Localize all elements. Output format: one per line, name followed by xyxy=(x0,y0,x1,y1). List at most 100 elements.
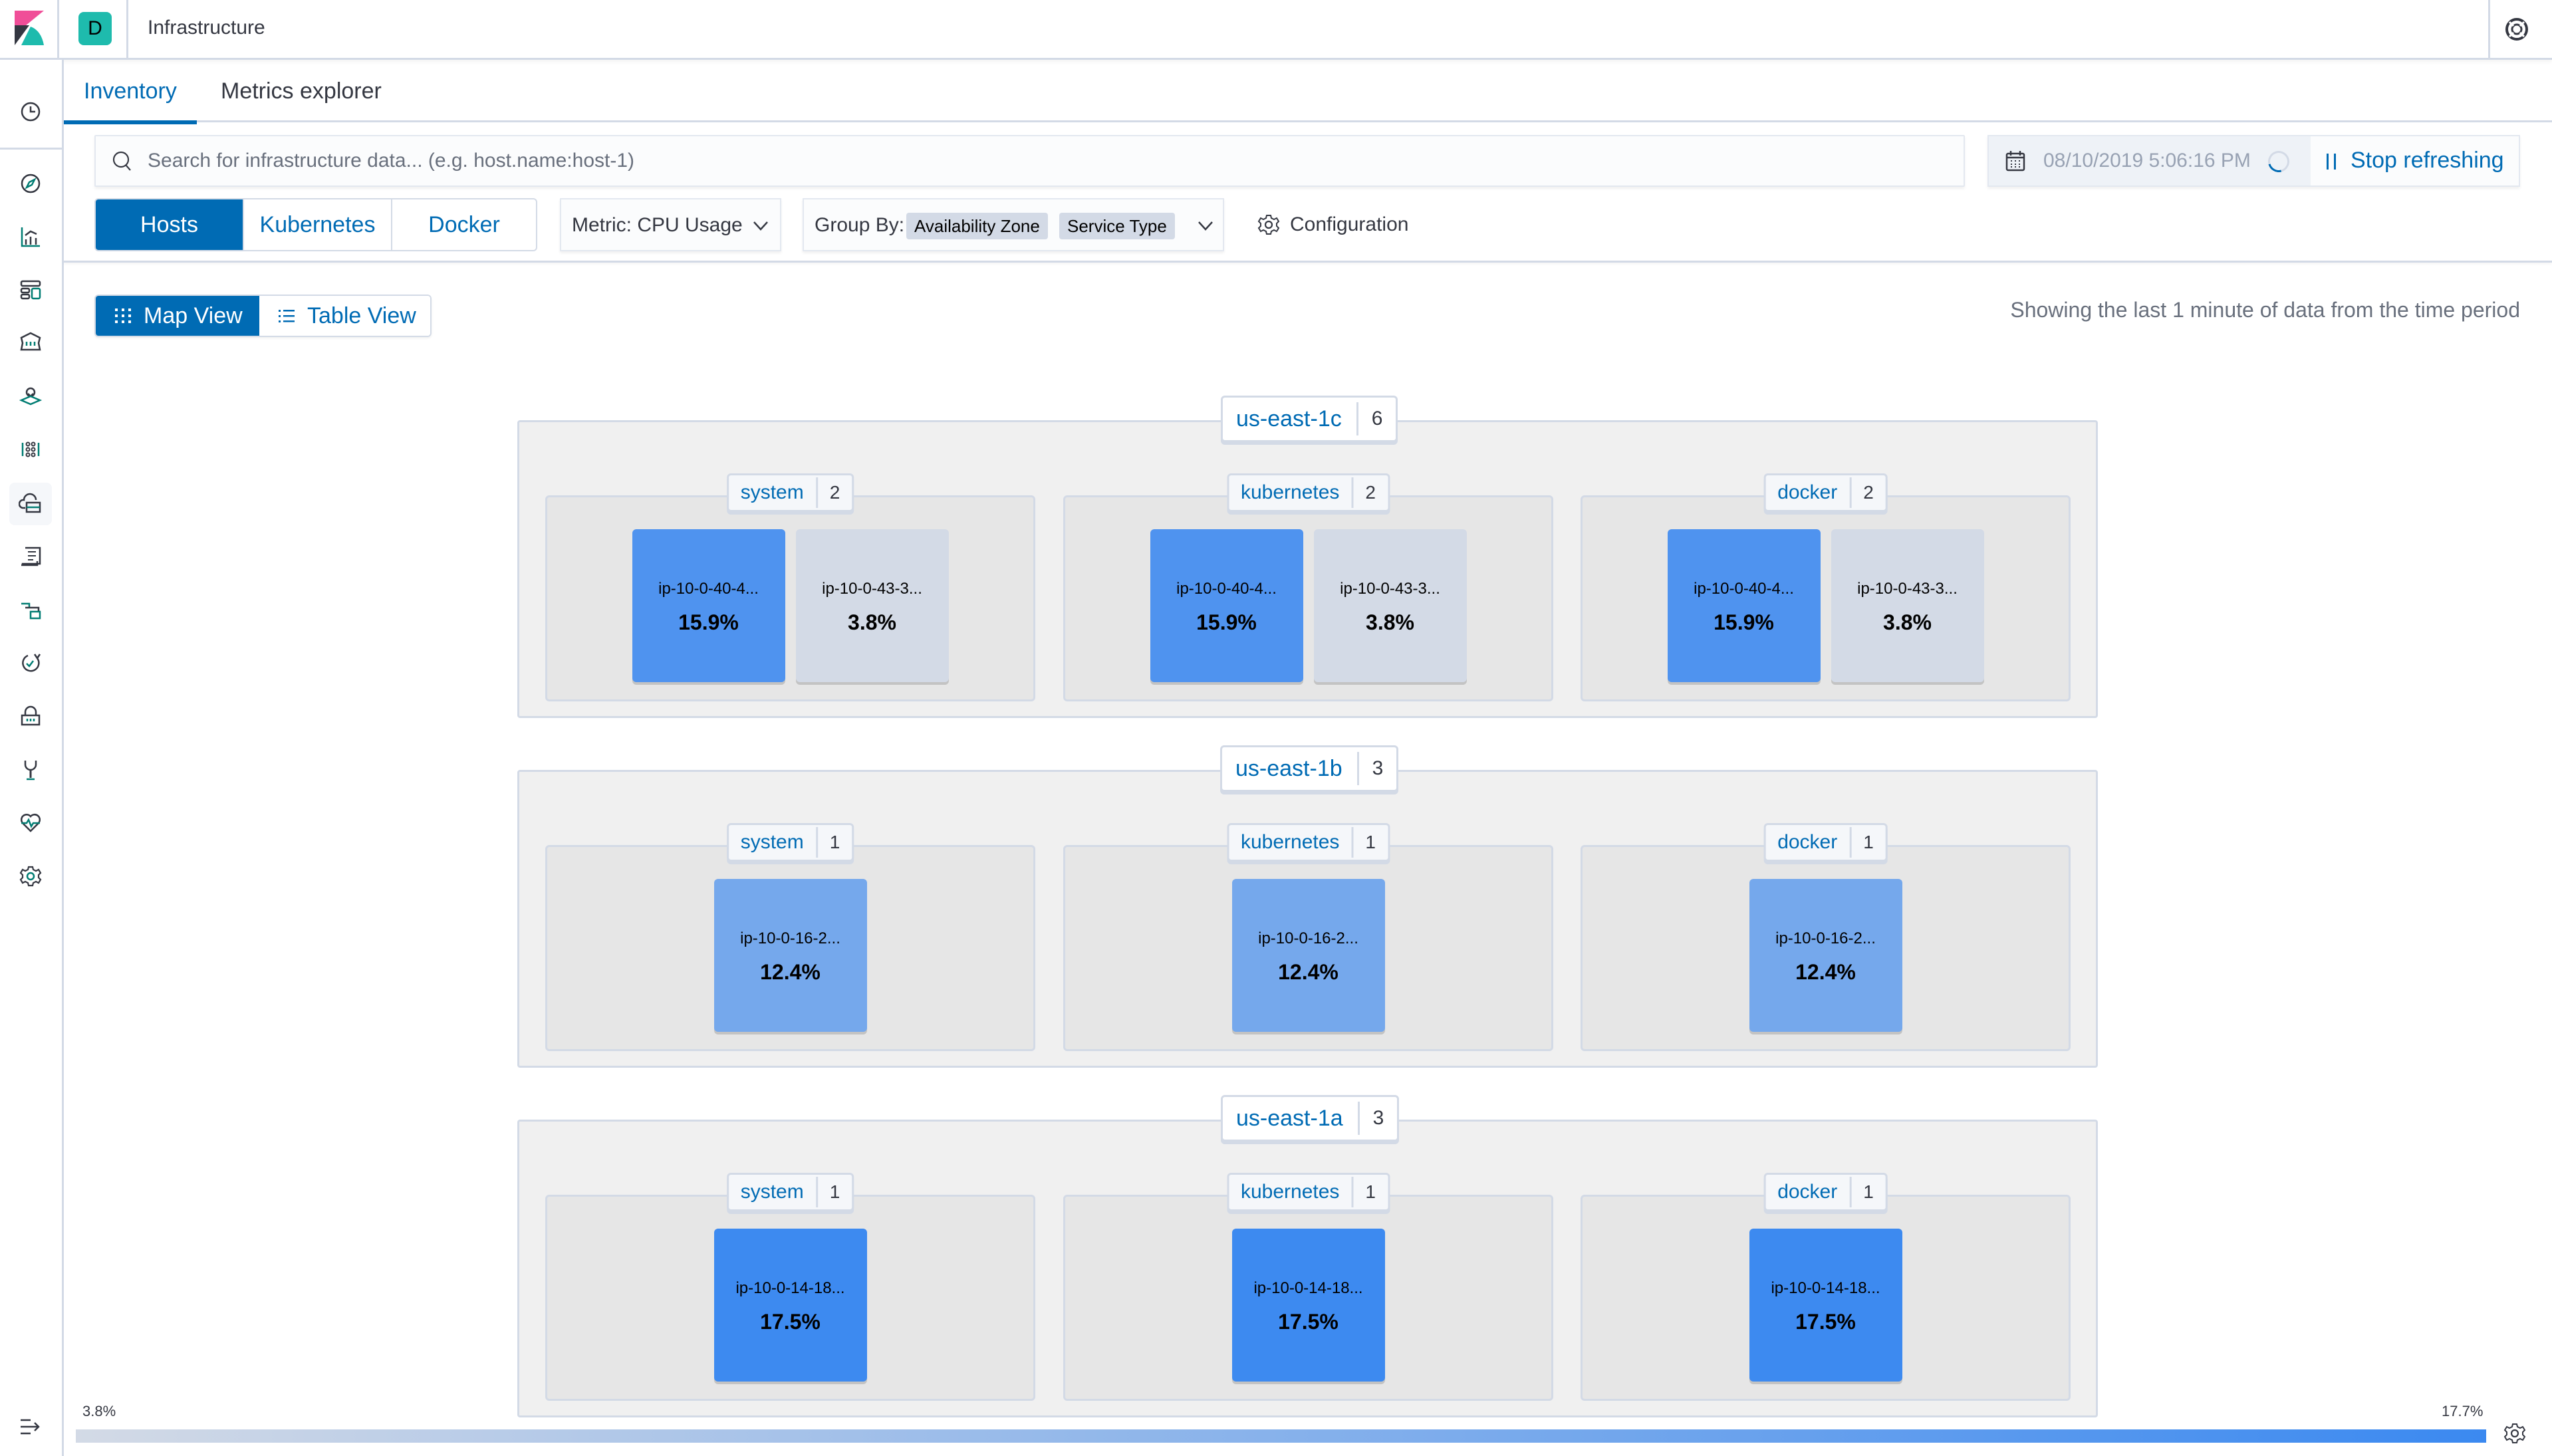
host-node[interactable]: ip-10-0-14-18... 17.5% xyxy=(1749,1229,1902,1382)
group-label[interactable]: system 1 xyxy=(726,823,854,862)
metric-label: Metric: CPU Usage xyxy=(572,214,743,236)
tab-bar: Inventory Metrics explorer xyxy=(64,60,2552,124)
collapse-menu-icon[interactable] xyxy=(19,1416,43,1437)
host-node[interactable]: ip-10-0-40-4... 15.9% xyxy=(1667,529,1821,682)
list-icon xyxy=(279,310,295,322)
group-by-label: Group By: xyxy=(815,214,905,236)
host-metric-value: 12.4% xyxy=(1795,960,1856,984)
host-node[interactable]: ip-10-0-43-3... 3.8% xyxy=(1313,529,1467,682)
group-by-dropdown[interactable]: Group By: Availability Zone Service Type xyxy=(803,198,1224,251)
group-by-badge-service-type[interactable]: Service Type xyxy=(1059,213,1175,239)
kubernetes-button[interactable]: Kubernetes xyxy=(244,199,392,250)
map-view-button[interactable]: Map View xyxy=(96,296,259,336)
tab-inventory[interactable]: Inventory xyxy=(64,60,197,124)
nav-uptime[interactable] xyxy=(9,642,52,685)
metric-dropdown[interactable]: Metric: CPU Usage xyxy=(560,198,781,251)
calendar-icon xyxy=(2005,151,2025,172)
zone-label[interactable]: us-east-1c 6 xyxy=(1221,396,1398,442)
host-node[interactable]: ip-10-0-16-2... 12.4% xyxy=(1231,879,1385,1032)
search-bar xyxy=(94,135,1965,187)
group-name: docker xyxy=(1765,477,1852,508)
maps-icon xyxy=(19,387,43,406)
host-node[interactable]: ip-10-0-16-2... 12.4% xyxy=(713,879,867,1032)
nav-apm[interactable] xyxy=(9,589,52,632)
nav-discover[interactable] xyxy=(9,162,52,205)
host-node[interactable]: ip-10-0-14-18... 17.5% xyxy=(713,1229,867,1382)
host-name: ip-10-0-40-4... xyxy=(658,580,759,598)
host-node[interactable]: ip-10-0-40-4... 15.9% xyxy=(632,529,785,682)
nav-infrastructure[interactable] xyxy=(9,483,52,525)
nav-recently-viewed[interactable] xyxy=(9,90,52,133)
host-name: ip-10-0-43-3... xyxy=(822,580,922,598)
group-by-badge-availability-zone[interactable]: Availability Zone xyxy=(906,213,1048,239)
zone-1: us-east-1b 3 system 1 ip-10-0-16-2... 12.4% ku… xyxy=(517,745,2098,1068)
service-group: kubernetes 2 ip-10-0-40-4... 15.9% ip-10-0-4… xyxy=(1063,473,1553,701)
help-icon[interactable] xyxy=(2503,16,2530,43)
logs-icon xyxy=(21,546,41,566)
tab-metrics-explorer[interactable]: Metrics explorer xyxy=(201,60,402,122)
host-node[interactable]: ip-10-0-40-4... 15.9% xyxy=(1150,529,1303,682)
zone-name: us-east-1c xyxy=(1223,402,1358,435)
group-name: kubernetes xyxy=(1229,477,1354,508)
nav-management[interactable] xyxy=(9,855,52,898)
search-input[interactable] xyxy=(148,136,1943,185)
legend-min-label: 3.8% xyxy=(82,1403,116,1419)
table-view-button[interactable]: Table View xyxy=(259,296,430,336)
zone-label[interactable]: us-east-1a 3 xyxy=(1221,1095,1400,1142)
nav-logs[interactable] xyxy=(9,536,52,578)
legend-gradient-bar xyxy=(76,1429,2486,1443)
host-name: ip-10-0-43-3... xyxy=(1857,580,1958,598)
app-title: Infrastructure xyxy=(148,17,265,39)
host-metric-value: 3.8% xyxy=(848,610,896,634)
date-picker: 08/10/2019 5:06:16 PM Stop refreshing xyxy=(1987,135,2520,187)
group-label[interactable]: docker 1 xyxy=(1763,823,1888,862)
canvas-icon xyxy=(20,332,41,351)
hosts-button[interactable]: Hosts xyxy=(96,199,244,250)
nav-visualize[interactable] xyxy=(9,215,52,258)
legend-settings-gear-icon[interactable] xyxy=(2503,1421,2527,1445)
clock-icon xyxy=(21,102,41,122)
host-node[interactable]: ip-10-0-43-3... 3.8% xyxy=(1831,529,1984,682)
dashboard-icon xyxy=(20,280,41,300)
stop-refreshing-label: Stop refreshing xyxy=(2351,148,2504,173)
group-label[interactable]: system 1 xyxy=(726,1173,854,1211)
node-type-toggle: Hosts Kubernetes Docker xyxy=(94,198,537,251)
host-node[interactable]: ip-10-0-43-3... 3.8% xyxy=(795,529,949,682)
nav-stack-monitoring[interactable] xyxy=(9,802,52,844)
group-label[interactable]: kubernetes 1 xyxy=(1226,1173,1390,1211)
group-count: 2 xyxy=(829,482,840,503)
top-header: D Infrastructure xyxy=(0,0,2552,60)
nav-machine-learning[interactable] xyxy=(9,428,52,471)
group-label[interactable]: system 2 xyxy=(726,473,854,512)
group-label[interactable]: kubernetes 2 xyxy=(1226,473,1390,512)
host-metric-value: 12.4% xyxy=(1278,960,1339,984)
group-name: kubernetes xyxy=(1229,827,1354,858)
host-node[interactable]: ip-10-0-16-2... 12.4% xyxy=(1749,879,1902,1032)
stop-refreshing-button[interactable]: Stop refreshing xyxy=(2311,136,2519,185)
docker-button[interactable]: Docker xyxy=(392,199,536,250)
zone-name: us-east-1a xyxy=(1223,1102,1360,1135)
nav-dev-tools[interactable] xyxy=(9,749,52,791)
uptime-icon xyxy=(22,654,41,672)
header-separator xyxy=(126,0,128,60)
group-label[interactable]: docker 1 xyxy=(1763,1173,1888,1211)
zone-label[interactable]: us-east-1b 3 xyxy=(1220,745,1399,792)
chevron-down-icon xyxy=(1198,221,1213,231)
host-node[interactable]: ip-10-0-14-18... 17.5% xyxy=(1231,1229,1385,1382)
nav-maps[interactable] xyxy=(9,375,52,418)
section-divider xyxy=(64,261,2552,263)
host-name: ip-10-0-40-4... xyxy=(1176,580,1277,598)
space-avatar[interactable]: D xyxy=(78,12,112,45)
nav-siem[interactable] xyxy=(9,695,52,738)
group-label[interactable]: docker 2 xyxy=(1763,473,1888,512)
group-label[interactable]: kubernetes 1 xyxy=(1226,823,1390,862)
nav-dashboard[interactable] xyxy=(9,269,52,311)
apm-icon xyxy=(21,602,41,620)
table-view-label: Table View xyxy=(307,303,416,328)
group-count: 1 xyxy=(829,1181,840,1202)
host-metric-value: 3.8% xyxy=(1883,610,1932,634)
date-display[interactable]: 08/10/2019 5:06:16 PM xyxy=(1989,136,2311,185)
nav-canvas[interactable] xyxy=(9,322,52,364)
kibana-logo-icon[interactable] xyxy=(15,11,44,45)
configuration-label: Configuration xyxy=(1290,213,1409,235)
